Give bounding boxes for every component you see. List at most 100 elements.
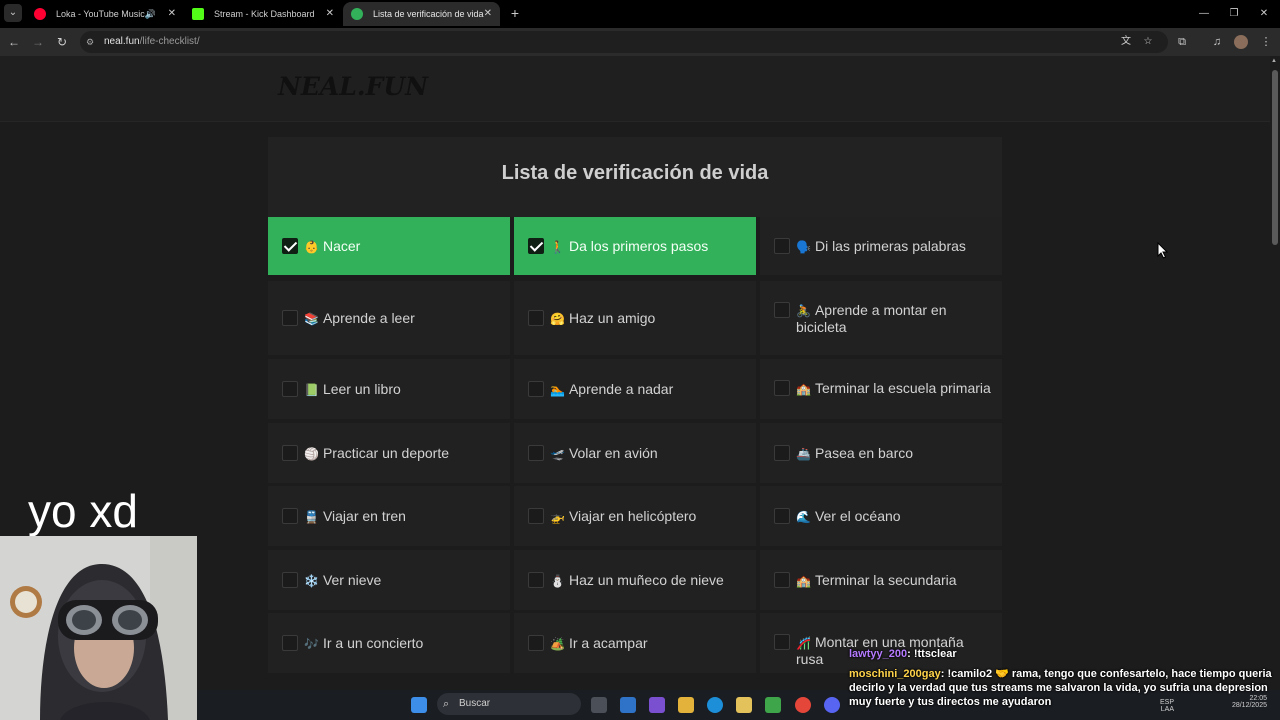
checklist-label: 👶 Nacer [304, 238, 502, 255]
site-info-icon[interactable]: ⚙ [86, 36, 98, 48]
close-icon[interactable]: ✕ [484, 2, 492, 26]
checkbox[interactable] [282, 572, 298, 588]
scrollbar-thumb[interactable] [1272, 70, 1278, 245]
checklist-item[interactable]: 🏊 Aprende a nadar [514, 359, 756, 419]
site-logo[interactable]: NEAL.FUN [278, 72, 428, 101]
checklist-item[interactable]: 🤗 Haz un amigo [514, 281, 756, 355]
item-text: Haz un amigo [568, 310, 656, 326]
checkbox[interactable] [528, 635, 544, 651]
media-controls-icon[interactable]: ♫ [1207, 32, 1227, 52]
tab-youtube-music[interactable]: Loka - YouTube Music 🔊 ✕ [26, 2, 184, 26]
forward-button[interactable]: → [28, 32, 48, 52]
checkbox[interactable] [774, 508, 790, 524]
checklist-item[interactable]: ❄️ Ver nieve [268, 550, 510, 610]
chrome-icon[interactable] [795, 697, 811, 713]
extensions-icon[interactable]: ⧉ [1172, 32, 1192, 52]
checkbox[interactable] [774, 302, 790, 318]
checkbox[interactable] [774, 572, 790, 588]
checkbox[interactable] [774, 634, 790, 650]
edge-icon[interactable] [707, 697, 723, 713]
profile-avatar[interactable] [1234, 35, 1248, 49]
file-explorer-icon[interactable] [678, 697, 694, 713]
item-text: Da los primeros pasos [568, 238, 709, 254]
checklist-label: 🏫 Terminar la escuela primaria [796, 380, 994, 397]
teams-icon[interactable] [649, 697, 665, 713]
checklist-item[interactable]: 🚴 Aprende a montar en bicicleta [760, 281, 1002, 355]
tab-life-checklist[interactable]: Lista de verificación de vida ✕ [343, 2, 500, 26]
checkbox-checked[interactable] [282, 238, 298, 254]
window-close-button[interactable]: ✕ [1249, 0, 1279, 28]
item-emoji-icon: 🗣️ [796, 240, 811, 254]
windows-start-icon[interactable] [411, 697, 427, 713]
search-icon: ⌕ [443, 698, 450, 710]
chat-username: lawtyy_200 [849, 648, 908, 660]
checklist-item[interactable]: 🗣️ Di las primeras palabras [760, 217, 1002, 275]
taskbar-search[interactable]: ⌕ Buscar [437, 693, 581, 715]
checklist-item[interactable]: 📚 Aprende a leer [268, 281, 510, 355]
checkbox[interactable] [282, 635, 298, 651]
checklist-item[interactable]: ⛄ Haz un muñeco de nieve [514, 550, 756, 610]
page-title: Lista de verificación de vida [501, 162, 769, 184]
checklist-label: 🚴 Aprende a montar en bicicleta [796, 302, 994, 335]
checkbox[interactable] [282, 310, 298, 326]
minecraft-icon[interactable] [765, 697, 781, 713]
tab-search-button[interactable]: ⌄ [4, 4, 22, 22]
item-emoji-icon: 🎢 [796, 636, 811, 650]
item-text: Ir a un concierto [322, 635, 424, 651]
checkbox[interactable] [774, 380, 790, 396]
translate-icon[interactable]: 文 [1118, 34, 1134, 50]
item-emoji-icon: ❄️ [304, 574, 319, 588]
store-icon[interactable] [620, 697, 636, 713]
checklist-item[interactable]: 📗 Leer un libro [268, 359, 510, 419]
checkbox[interactable] [774, 238, 790, 254]
search-label: Buscar [459, 698, 491, 709]
file-manager-icon[interactable] [736, 697, 752, 713]
checklist-item[interactable]: 🚆 Viajar en tren [268, 486, 510, 546]
item-emoji-icon: 🏊 [550, 383, 565, 397]
speaker-icon[interactable]: 🔊 [145, 2, 156, 26]
checkbox[interactable] [528, 572, 544, 588]
checklist-item[interactable]: 🛫 Volar en avión [514, 423, 756, 483]
checklist-item[interactable]: 🏕️ Ir a acampar [514, 613, 756, 673]
checklist-item[interactable]: 🌊 Ver el océano [760, 486, 1002, 546]
tab-kick-dashboard[interactable]: Stream - Kick Dashboard ✕ [184, 2, 342, 26]
close-icon[interactable]: ✕ [326, 2, 334, 26]
item-text: Aprende a nadar [568, 381, 674, 397]
checklist-item[interactable]: 👶 Nacer [268, 217, 510, 275]
checkbox[interactable] [282, 381, 298, 397]
checkbox[interactable] [528, 445, 544, 461]
address-bar[interactable]: ⚙ neal.fun/life-checklist/ 文 ☆ [80, 31, 1168, 53]
item-text: Haz un muñeco de nieve [568, 572, 724, 588]
checklist-item[interactable]: 🎶 Ir a un concierto [268, 613, 510, 673]
close-icon[interactable]: ✕ [168, 2, 176, 26]
scroll-up-icon[interactable]: ▲ [1271, 58, 1277, 64]
checklist-item[interactable]: 🏫 Terminar la escuela primaria [760, 359, 1002, 419]
reload-button[interactable]: ↻ [52, 32, 72, 52]
checkbox[interactable] [282, 445, 298, 461]
restore-button[interactable]: ❐ [1219, 0, 1249, 28]
checkbox[interactable] [528, 381, 544, 397]
task-view-icon[interactable] [591, 697, 607, 713]
checkbox-checked[interactable] [528, 238, 544, 254]
item-text: Nacer [322, 238, 361, 254]
checklist-label: 🛫 Volar en avión [550, 445, 748, 462]
checklist-item[interactable]: 🚶 Da los primeros pasos [514, 217, 756, 275]
checkbox[interactable] [282, 508, 298, 524]
url-text: neal.fun/life-checklist/ [104, 36, 200, 47]
bookmark-star-icon[interactable]: ☆ [1140, 34, 1156, 50]
item-emoji-icon: 🚆 [304, 510, 319, 524]
menu-dots-icon[interactable]: ⋮ [1256, 32, 1276, 52]
checkbox[interactable] [774, 445, 790, 461]
minimize-button[interactable]: — [1189, 0, 1219, 28]
checklist-item[interactable]: 🚢 Pasea en barco [760, 423, 1002, 483]
discord-icon[interactable] [824, 697, 840, 713]
checkbox[interactable] [528, 310, 544, 326]
new-tab-button[interactable]: + [506, 4, 524, 22]
item-emoji-icon: 🏫 [796, 382, 811, 396]
back-button[interactable]: ← [4, 32, 24, 52]
checklist-item[interactable]: 🏐 Practicar un deporte [268, 423, 510, 483]
checkbox[interactable] [528, 508, 544, 524]
checklist-item[interactable]: 🚁 Viajar en helicóptero [514, 486, 756, 546]
checklist-item[interactable]: 🏫 Terminar la secundaria [760, 550, 1002, 610]
page-scrollbar[interactable]: ▲ [1270, 56, 1280, 690]
